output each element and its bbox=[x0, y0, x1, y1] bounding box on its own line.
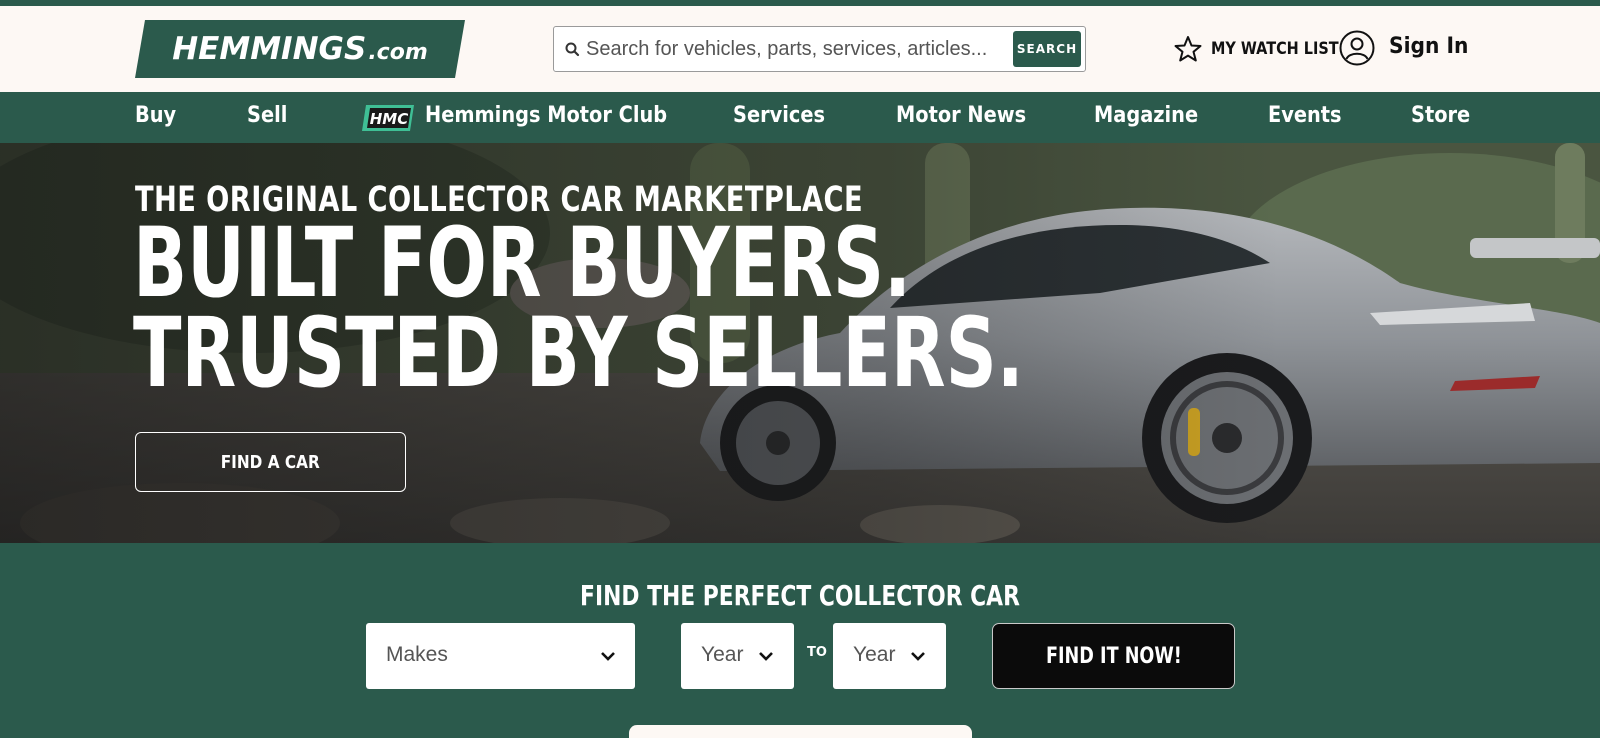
chevron-down-icon bbox=[601, 652, 615, 661]
logo-main-text: HEMMINGS bbox=[172, 31, 367, 67]
year-to-value: Year bbox=[853, 643, 896, 666]
nav-item-events[interactable]: Events bbox=[1268, 103, 1342, 128]
sign-in-link[interactable]: Sign In bbox=[1389, 34, 1468, 59]
watch-list-link[interactable]: MY WATCH LIST bbox=[1173, 34, 1361, 64]
nav-item-services[interactable]: Services bbox=[733, 103, 825, 128]
car-finder: FIND THE PERFECT COLLECTOR CAR Makes Yea… bbox=[0, 543, 1600, 738]
watch-list-label: MY WATCH LIST bbox=[1211, 39, 1339, 59]
search-bar: SEARCH bbox=[553, 26, 1086, 72]
logo-text: HEMMINGS .com bbox=[135, 20, 465, 78]
nav-item-hemmings-motor-club[interactable]: Hemmings Motor Club bbox=[425, 103, 667, 128]
hero-title-line-1: BUILT FOR BUYERS. bbox=[133, 207, 911, 319]
chevron-down-icon bbox=[759, 652, 773, 661]
hero-title-line-2: TRUSTED BY SELLERS. bbox=[133, 297, 1024, 409]
finder-title: FIND THE PERFECT COLLECTOR CAR bbox=[0, 579, 1600, 612]
hero-title: BUILT FOR BUYERS. TRUSTED BY SELLERS. bbox=[133, 207, 1024, 409]
search-input[interactable] bbox=[586, 33, 996, 65]
nav-item-magazine[interactable]: Magazine bbox=[1094, 103, 1198, 128]
nav-item-motor-news[interactable]: Motor News bbox=[896, 103, 1026, 128]
logo-suffix-text: .com bbox=[368, 39, 428, 65]
make-select[interactable]: Makes bbox=[366, 623, 635, 689]
chevron-down-icon bbox=[911, 652, 925, 661]
site-header: HEMMINGS.com SEARCH MY WATCH LIST Sign I… bbox=[0, 6, 1600, 92]
nav-item-sell[interactable]: Sell bbox=[247, 103, 287, 128]
content-card-edge bbox=[629, 725, 972, 738]
hmc-badge-icon: HMC bbox=[362, 105, 414, 131]
year-to-select[interactable]: Year bbox=[833, 623, 946, 689]
find-a-car-label: FIND A CAR bbox=[221, 451, 320, 473]
find-a-car-button[interactable]: FIND A CAR bbox=[135, 432, 406, 492]
search-icon bbox=[565, 42, 580, 57]
nav-item-buy[interactable]: Buy bbox=[135, 103, 176, 128]
star-icon bbox=[1174, 36, 1202, 62]
user-icon[interactable] bbox=[1339, 30, 1375, 66]
main-nav: Buy Sell HMC Hemmings Motor Club Service… bbox=[0, 92, 1600, 143]
hero-banner: THE ORIGINAL COLLECTOR CAR MARKETPLACE B… bbox=[0, 143, 1600, 543]
hmc-badge-text: HMC bbox=[370, 110, 409, 128]
year-range-to-label: TO bbox=[807, 645, 827, 660]
find-it-now-button[interactable]: FIND IT NOW! bbox=[992, 623, 1235, 689]
year-from-select[interactable]: Year bbox=[681, 623, 794, 689]
nav-item-store[interactable]: Store bbox=[1411, 103, 1470, 128]
make-select-value: Makes bbox=[386, 643, 448, 666]
find-it-now-label: FIND IT NOW! bbox=[1045, 643, 1182, 669]
year-from-value: Year bbox=[701, 643, 744, 666]
search-button[interactable]: SEARCH bbox=[1013, 31, 1081, 67]
finder-title-text: FIND THE PERFECT COLLECTOR CAR bbox=[580, 579, 1020, 612]
hemmings-logo[interactable]: HEMMINGS .com bbox=[135, 20, 465, 78]
